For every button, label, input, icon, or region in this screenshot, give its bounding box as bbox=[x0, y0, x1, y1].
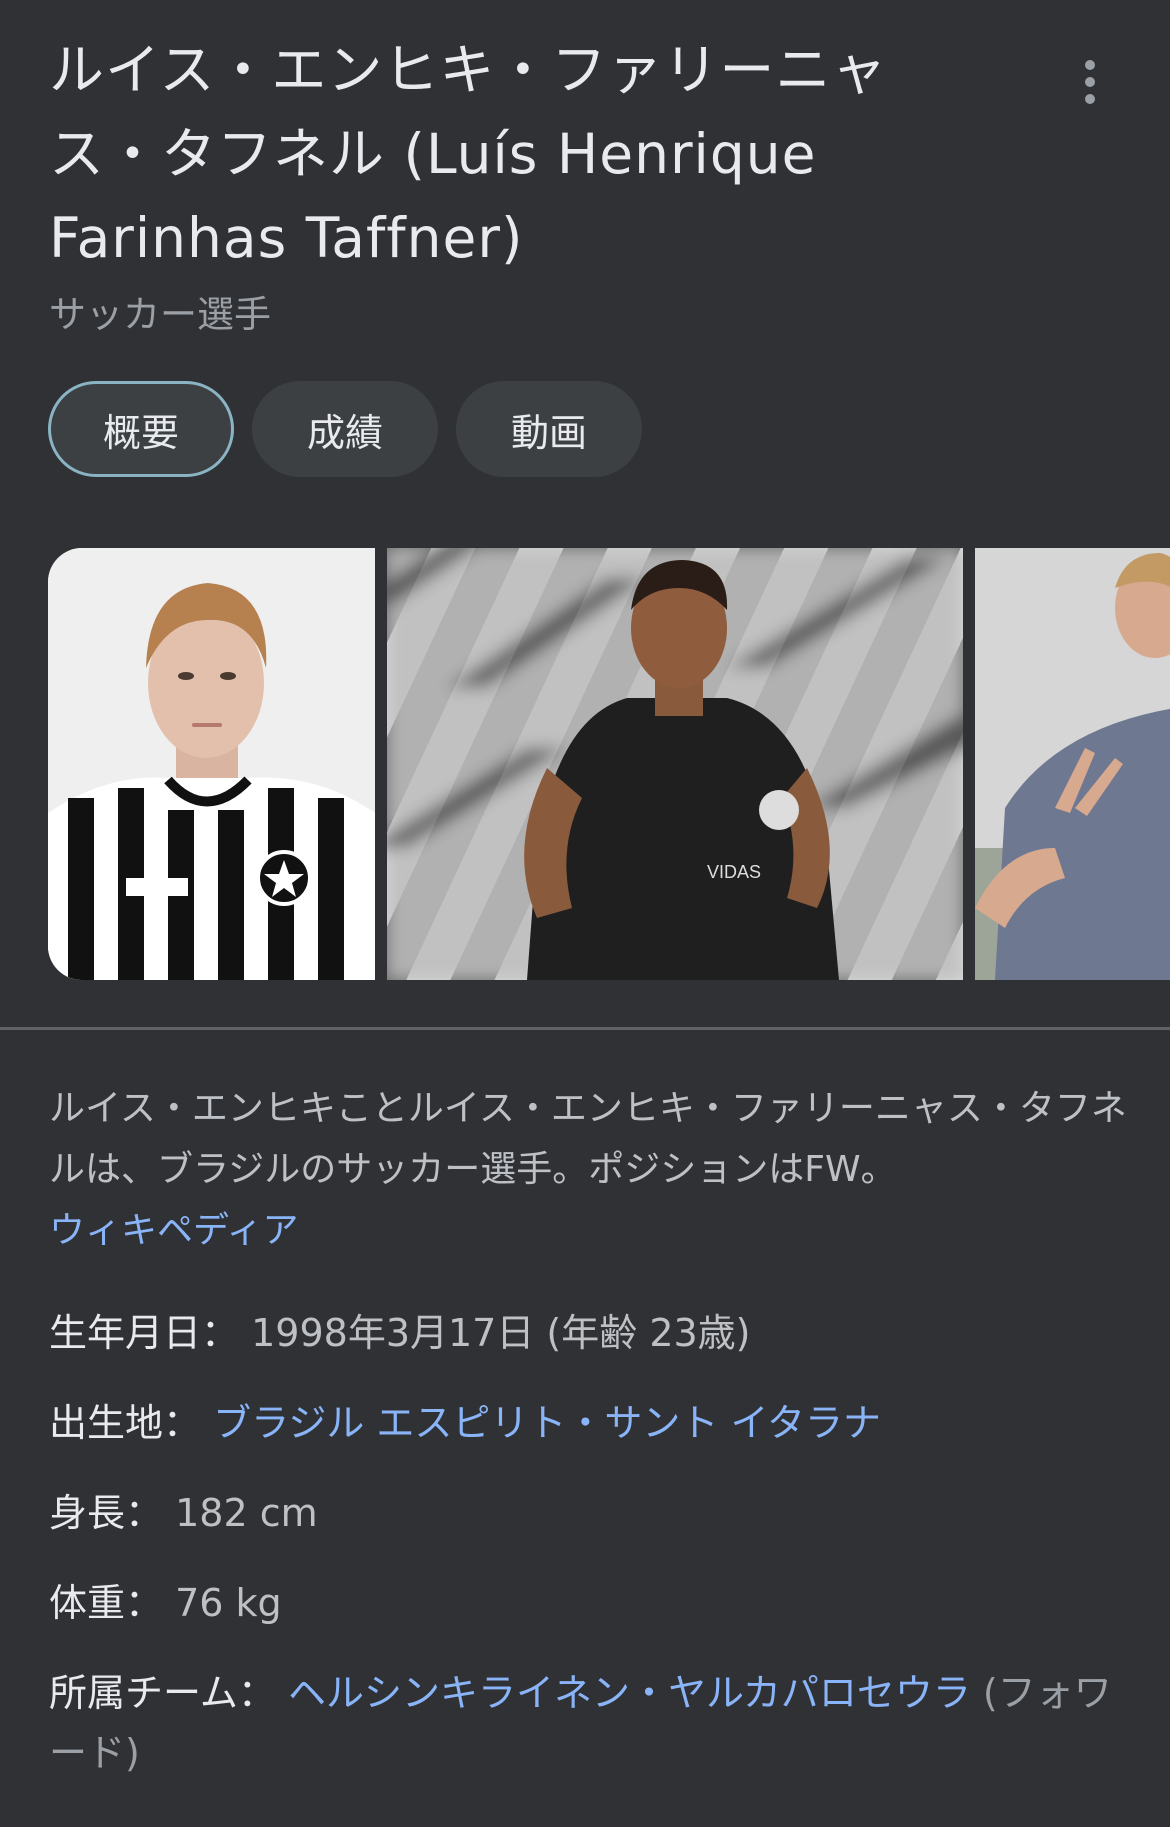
player-photo-2[interactable]: VIDAS bbox=[387, 548, 963, 980]
fact-label[interactable]: 体重： bbox=[49, 1581, 163, 1625]
page-subtitle: サッカー選手 bbox=[49, 293, 271, 336]
page-title: ルイス・エンヒキ・ファリーニャ ス・タフネル (Luís Henrique Fa… bbox=[49, 38, 888, 270]
fact-label[interactable]: 所属チーム： bbox=[49, 1671, 276, 1715]
fact-value: 76 kg bbox=[175, 1581, 282, 1625]
fact-label[interactable]: 身長： bbox=[49, 1491, 163, 1535]
tab-overview[interactable]: 概要 bbox=[48, 381, 234, 477]
tab-stats[interactable]: 成績 bbox=[252, 381, 438, 477]
svg-text:VIDAS: VIDAS bbox=[707, 862, 761, 882]
fact-height: 身長： 182 cm bbox=[49, 1483, 1129, 1543]
image-gallery: VIDAS bbox=[48, 548, 1170, 980]
fact-birthplace: 出生地： ブラジル エスピリト・サント イタラナ bbox=[49, 1393, 1129, 1453]
tab-bar: 概要 成績 動画 bbox=[48, 381, 642, 477]
more-dot bbox=[1085, 94, 1095, 104]
description-text: ルイス・エンヒキことルイス・エンヒキ・ファリーニャス・タフネルは、ブラジルのサッ… bbox=[49, 1088, 1127, 1190]
knowledge-panel: ルイス・エンヒキ・ファリーニャ ス・タフネル (Luís Henrique Fa… bbox=[0, 0, 1170, 1827]
fact-label[interactable]: 生年月日： bbox=[49, 1311, 239, 1355]
player-photo-3[interactable] bbox=[975, 548, 1170, 980]
header: ルイス・エンヒキ・ファリーニャ ス・タフネル (Luís Henrique Fa… bbox=[49, 28, 979, 340]
player-photo-1[interactable] bbox=[48, 548, 375, 980]
fact-value: 182 cm bbox=[175, 1491, 318, 1535]
fact-birth: 生年月日： 1998年3月17日 (年齢 23歳) bbox=[49, 1303, 1129, 1363]
tab-videos[interactable]: 動画 bbox=[456, 381, 642, 477]
team-link[interactable]: ヘルシンキライネン・ヤルカパロセウラ bbox=[288, 1671, 971, 1715]
section-divider bbox=[0, 1027, 1170, 1030]
fact-label[interactable]: 出生地： bbox=[49, 1401, 201, 1445]
player-training-illustration bbox=[975, 548, 1170, 980]
player-action-illustration: VIDAS bbox=[387, 548, 963, 980]
more-dot bbox=[1085, 60, 1095, 70]
fact-value: 1998年3月17日 (年齢 23歳) bbox=[251, 1311, 751, 1355]
fact-team: 所属チーム： ヘルシンキライネン・ヤルカパロセウラ (フォワード) bbox=[49, 1663, 1129, 1783]
birthplace-link[interactable]: ブラジル エスピリト・サント イタラナ bbox=[213, 1401, 881, 1445]
fact-weight: 体重： 76 kg bbox=[49, 1573, 1129, 1633]
fact-list: 生年月日： 1998年3月17日 (年齢 23歳) 出生地： ブラジル エスピリ… bbox=[49, 1303, 1129, 1813]
more-vert-icon[interactable] bbox=[1068, 58, 1112, 106]
wikipedia-link[interactable]: ウィキペディア bbox=[49, 1210, 298, 1251]
player-portrait-illustration bbox=[48, 548, 375, 980]
more-dot bbox=[1085, 77, 1095, 87]
description: ルイス・エンヒキことルイス・エンヒキ・ファリーニャス・タフネルは、ブラジルのサッ… bbox=[49, 1078, 1129, 1261]
